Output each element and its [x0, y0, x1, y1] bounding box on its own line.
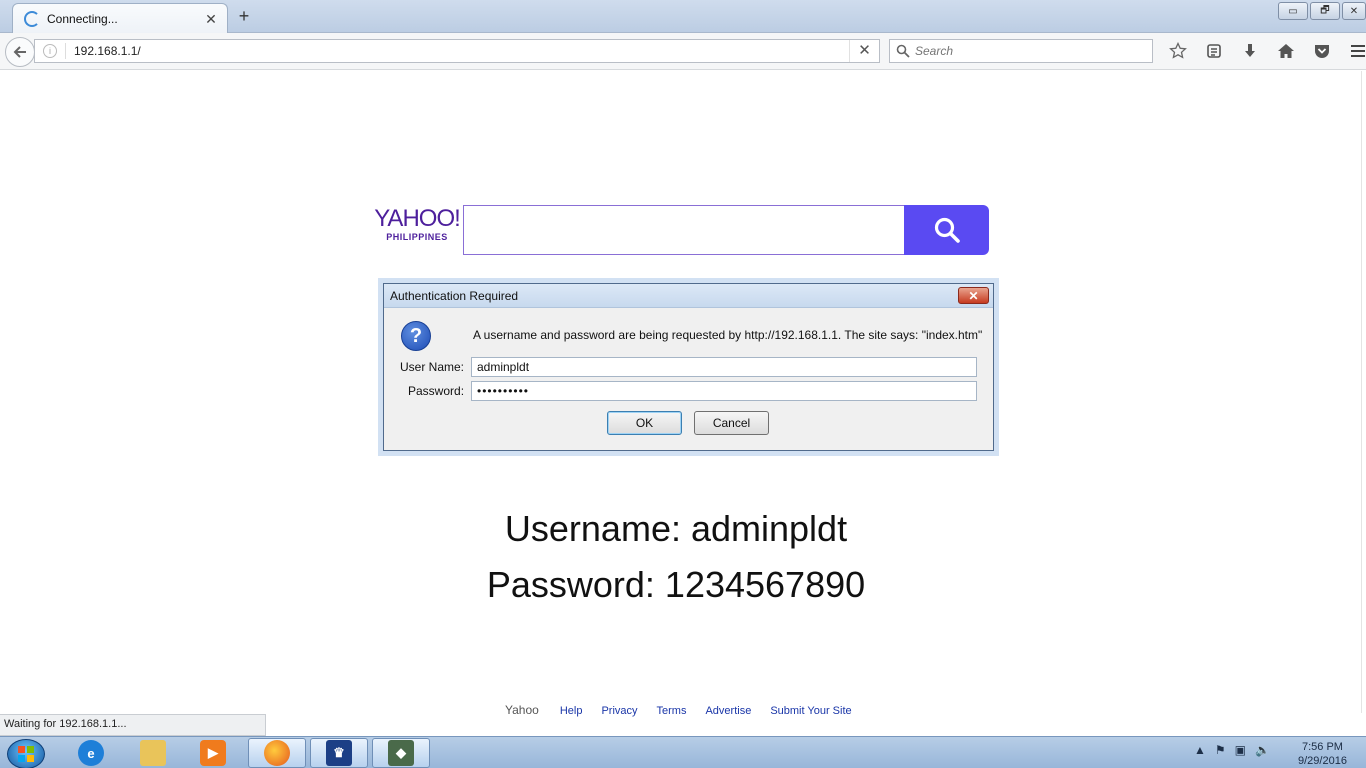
footer-link-privacy[interactable]: Privacy	[601, 705, 637, 717]
dialog-message: A username and password are being reques…	[473, 328, 983, 342]
start-button[interactable]	[7, 739, 45, 768]
clock-time: 7:56 PM	[1301, 741, 1343, 753]
taskbar-media-player[interactable]: ▶	[184, 738, 242, 768]
minimize-button[interactable]: ▭	[1278, 2, 1308, 20]
app-icon: ◆	[388, 740, 414, 766]
taskbar-app[interactable]: ◆	[372, 738, 430, 768]
toolbar-icons	[1160, 39, 1366, 63]
url-bar[interactable]: i 192.168.1.1/ ✕	[34, 39, 880, 63]
tab-close-icon[interactable]: ✕	[201, 11, 221, 28]
footer-link-submit-site[interactable]: Submit Your Site	[770, 705, 851, 717]
taskbar-file-explorer[interactable]	[124, 738, 182, 768]
back-button[interactable]	[5, 37, 35, 67]
volume-icon[interactable]: 🔈	[1255, 743, 1270, 757]
search-input[interactable]	[915, 44, 1135, 58]
clock-date: 9/29/2016	[1298, 755, 1347, 767]
taskbar: e ▶ ♛ ◆ ▲ ⚑ ▣ 🔈 7:56 PM 9/29/2016	[0, 736, 1366, 768]
firefox-icon	[264, 740, 290, 766]
tab-title: Connecting...	[47, 12, 118, 26]
taskbar-crown-app[interactable]: ♛	[310, 738, 368, 768]
search-bar[interactable]	[889, 39, 1153, 63]
stop-loading-icon[interactable]: ✕	[849, 40, 879, 62]
password-label: Password:	[408, 384, 465, 398]
url-separator	[65, 43, 66, 59]
authentication-dialog: Authentication Required ✕ ? A username a…	[383, 283, 994, 451]
search-icon	[934, 217, 960, 243]
page-edge	[1361, 71, 1362, 713]
username-field[interactable]: adminpldt	[471, 357, 977, 377]
yahoo-logo-word: YAHOO!	[374, 205, 461, 232]
crown-icon: ♛	[326, 740, 352, 766]
footer-links: Yahoo Help Privacy Terms Advertise Submi…	[505, 703, 871, 717]
search-icon	[896, 44, 910, 58]
password-field[interactable]: ••••••••••	[471, 381, 977, 401]
action-center-flag-icon[interactable]: ⚑	[1215, 743, 1226, 757]
restore-button[interactable]: 🗗	[1310, 2, 1340, 20]
dialog-close-button[interactable]: ✕	[958, 287, 989, 304]
footer-link-help[interactable]: Help	[560, 705, 583, 717]
network-icon[interactable]: ▣	[1235, 743, 1246, 757]
yahoo-logo[interactable]: YAHOO! PHILIPPINES	[371, 205, 463, 243]
tab-strip: Connecting... ✕ + ▭ 🗗 ✕	[0, 0, 1366, 34]
show-hidden-icons-icon[interactable]: ▲	[1194, 743, 1206, 757]
window-controls: ▭ 🗗 ✕	[1278, 2, 1366, 20]
taskbar-internet-explorer[interactable]: e	[62, 738, 120, 768]
taskbar-firefox[interactable]	[248, 738, 306, 768]
yahoo-logo-region: PHILIPPINES	[386, 232, 448, 242]
yahoo-search-input[interactable]	[463, 205, 905, 255]
navigation-toolbar: i 192.168.1.1/ ✕	[0, 33, 1366, 70]
username-label: User Name:	[400, 360, 465, 374]
footer-brand: Yahoo	[505, 703, 539, 717]
cancel-button[interactable]: Cancel	[694, 411, 769, 435]
downloads-icon[interactable]	[1232, 39, 1268, 63]
internet-explorer-icon: e	[78, 740, 104, 766]
ok-button[interactable]: OK	[607, 411, 682, 435]
yahoo-search-button[interactable]	[904, 205, 989, 255]
tab-active[interactable]: Connecting... ✕	[12, 3, 228, 34]
footer-link-advertise[interactable]: Advertise	[705, 705, 751, 717]
window-close-button[interactable]: ✕	[1342, 2, 1366, 20]
dialog-title: Authentication Required	[390, 288, 519, 303]
media-player-icon: ▶	[200, 740, 226, 766]
folder-icon	[140, 740, 166, 766]
windows-logo-icon	[18, 746, 34, 762]
home-icon[interactable]	[1268, 39, 1304, 63]
new-tab-button[interactable]: +	[234, 6, 254, 27]
menu-icon[interactable]	[1340, 39, 1366, 63]
question-icon: ?	[401, 321, 431, 351]
url-text[interactable]: 192.168.1.1/	[74, 44, 849, 58]
loading-spinner-icon	[24, 11, 40, 27]
username-caption: Username: adminpldt	[504, 508, 848, 549]
taskbar-clock[interactable]: 7:56 PM 9/29/2016	[1298, 740, 1347, 768]
back-arrow-icon	[13, 46, 26, 58]
bookmark-star-icon[interactable]	[1160, 39, 1196, 63]
dialog-titlebar[interactable]: Authentication Required ✕	[384, 284, 993, 308]
system-tray: ▲ ⚑ ▣ 🔈	[1194, 743, 1270, 757]
site-info-icon[interactable]: i	[43, 44, 57, 58]
reading-list-icon[interactable]	[1196, 39, 1232, 63]
pocket-icon[interactable]	[1304, 39, 1340, 63]
footer-link-terms[interactable]: Terms	[657, 705, 687, 717]
password-caption: Password: 1234567890	[486, 564, 866, 605]
status-bar: Waiting for 192.168.1.1...	[0, 714, 266, 736]
